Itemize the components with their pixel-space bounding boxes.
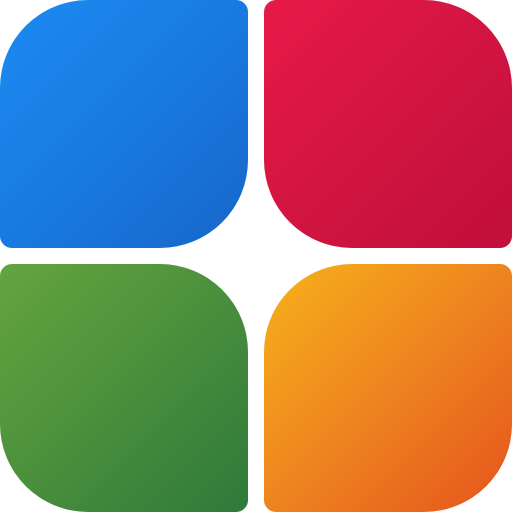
orange-tile-icon — [264, 264, 512, 512]
blue-tile-icon — [0, 0, 248, 248]
red-tile-icon — [264, 0, 512, 248]
green-tile-icon — [0, 264, 248, 512]
app-logo-icon — [0, 0, 512, 512]
